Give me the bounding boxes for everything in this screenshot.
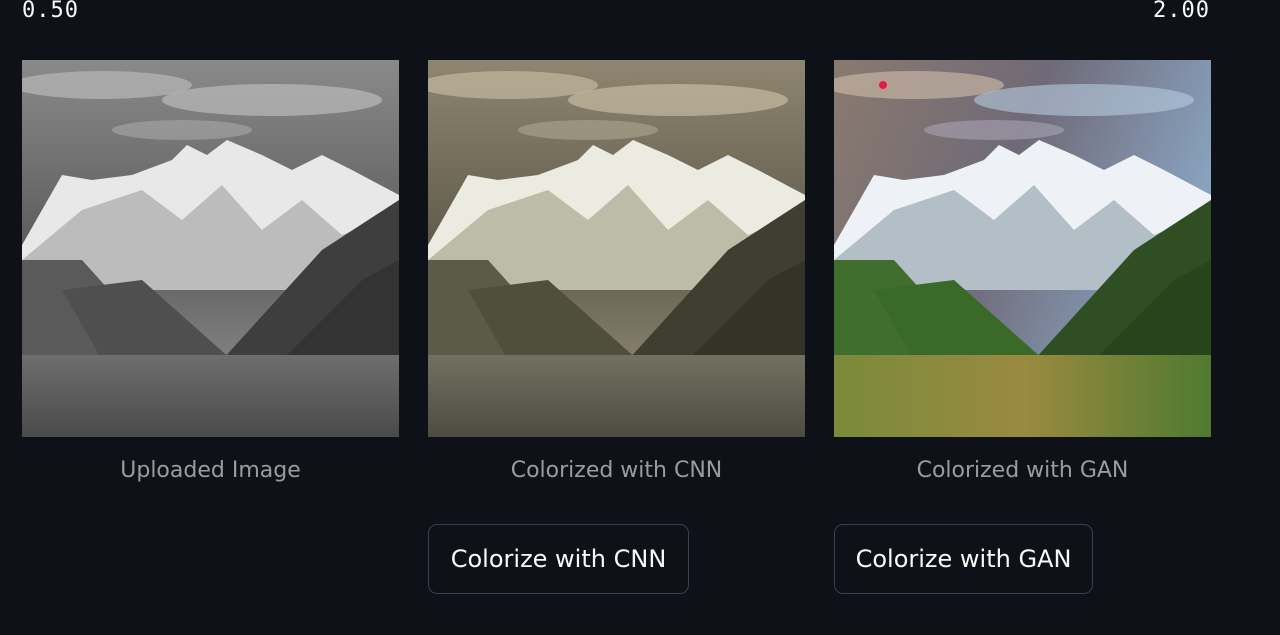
cnn-colorized-image — [428, 60, 805, 437]
marker-dot — [879, 81, 887, 89]
colorize-cnn-button[interactable]: Colorize with CNN — [428, 524, 689, 594]
gan-image-caption: Colorized with GAN — [916, 458, 1129, 483]
slider-max-value: 2.00 — [1153, 0, 1210, 23]
gan-colorized-image — [834, 60, 1211, 437]
slider-min-value: 0.50 — [22, 0, 79, 23]
uploaded-image-caption: Uploaded Image — [120, 458, 301, 483]
uploaded-image — [22, 60, 399, 437]
colorize-gan-button[interactable]: Colorize with GAN — [834, 524, 1093, 594]
cnn-image-caption: Colorized with CNN — [510, 458, 723, 483]
